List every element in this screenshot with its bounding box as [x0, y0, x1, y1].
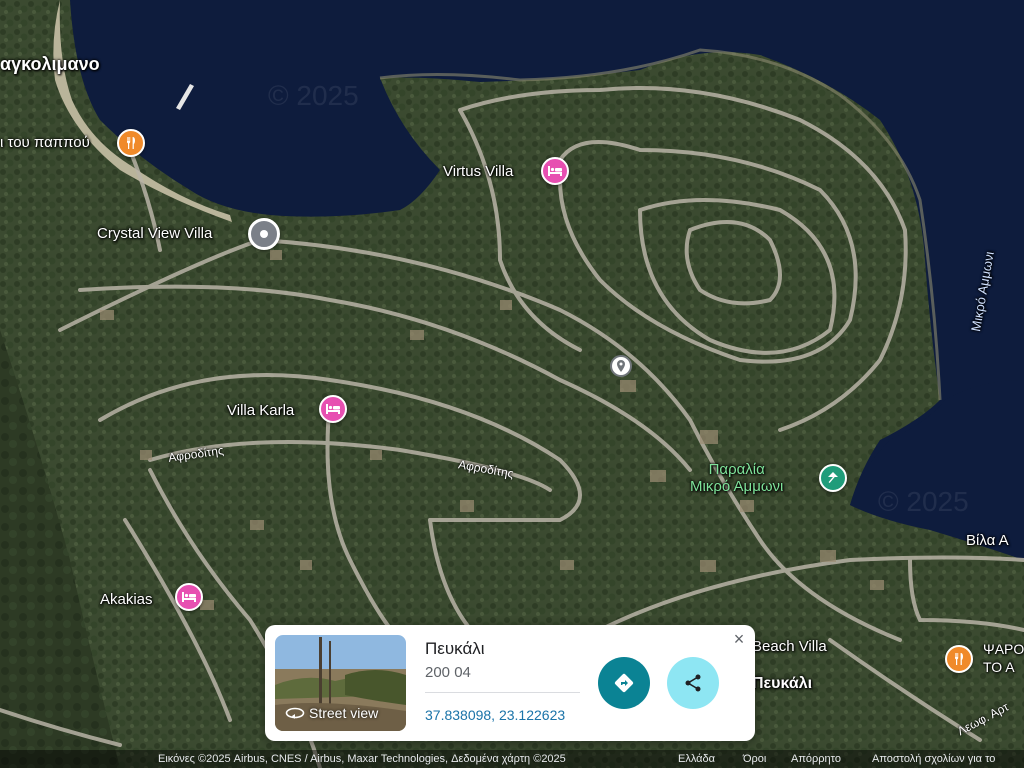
place-label-paralia[interactable]: Παραλία Μικρό Αμμωνι	[690, 461, 783, 495]
place-label-akakias[interactable]: Akakias	[100, 591, 153, 608]
share-icon	[685, 674, 701, 692]
country-link[interactable]: Ελλάδα	[678, 750, 715, 768]
place-label-villa-karla[interactable]: Villa Karla	[227, 402, 294, 419]
map-pin-icon[interactable]	[610, 355, 632, 377]
restaurant-pin[interactable]	[945, 645, 973, 673]
map-footer: Εικόνες ©2025 Airbus, CNES / Airbus, Max…	[0, 750, 1024, 768]
bed-icon	[548, 166, 562, 176]
place-label-beach-villa[interactable]: Beach Villa	[752, 638, 827, 655]
place-label-vila-a[interactable]: Βίλα Α	[966, 532, 1009, 549]
place-label-tou-pappou[interactable]: ι του παππού	[0, 134, 90, 151]
bed-icon	[326, 404, 340, 414]
imagery-watermark: © 2025	[268, 80, 359, 111]
postal-code: 200 04	[425, 664, 471, 681]
place-label-agkolimano[interactable]: αγκολιμανο	[0, 54, 100, 75]
card-divider	[425, 692, 580, 693]
imagery-attribution: Εικόνες ©2025 Airbus, CNES / Airbus, Max…	[158, 753, 566, 765]
share-button[interactable]	[667, 657, 719, 709]
place-label-crystal-view-villa[interactable]: Crystal View Villa	[97, 225, 212, 242]
hotel-pin[interactable]	[319, 395, 347, 423]
coordinates-link[interactable]: 37.838098, 23.122623	[425, 707, 565, 723]
map-pin-icon	[260, 230, 268, 238]
beach-pin[interactable]	[819, 464, 847, 492]
umbrella-icon	[828, 472, 838, 484]
hotel-pin[interactable]	[541, 157, 569, 185]
bed-icon	[182, 592, 196, 602]
place-label-virtus-villa[interactable]: Virtus Villa	[443, 163, 513, 180]
street-view-thumbnail[interactable]: Street view	[275, 635, 406, 731]
place-label-pefkali[interactable]: Πευκάλι	[752, 675, 812, 693]
beach-label-line1: Παραλία	[708, 461, 765, 478]
selected-location-pin[interactable]	[248, 218, 280, 250]
privacy-link[interactable]: Απόρρητο	[791, 750, 841, 768]
place-info-card[interactable]: Street view Πευκάλι 200 04 37.838098, 23…	[265, 625, 755, 741]
restaurant-pin[interactable]	[117, 129, 145, 157]
street-view-label: Street view	[309, 705, 379, 721]
place-label-psaro-line1: ΨΑΡΟ	[983, 641, 1024, 657]
directions-icon	[614, 673, 634, 693]
street-view-button[interactable]: Street view	[285, 705, 378, 721]
close-button[interactable]: ×	[729, 629, 749, 649]
place-title: Πευκάλι	[425, 639, 485, 658]
directions-button[interactable]	[598, 657, 650, 709]
imagery-watermark: © 2025	[878, 486, 969, 517]
hotel-pin[interactable]	[175, 583, 203, 611]
beach-label-line2: Μικρό Αμμωνι	[690, 478, 784, 495]
fork-knife-icon	[127, 137, 135, 149]
street-view-icon	[285, 707, 305, 719]
feedback-link[interactable]: Αποστολή σχολίων για το	[872, 750, 995, 768]
place-label-psaro-line2: ΤΟ Α	[983, 659, 1015, 675]
place-label-psaro[interactable]: ΨΑΡΟ ΤΟ Α	[983, 640, 1024, 676]
terms-link[interactable]: Όροι	[743, 750, 766, 768]
fork-knife-icon	[955, 653, 963, 665]
